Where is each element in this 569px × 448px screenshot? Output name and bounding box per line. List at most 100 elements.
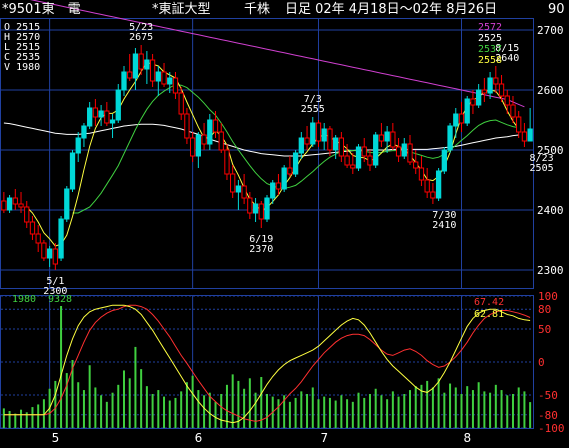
candle-body [327,128,333,151]
candle [98,105,104,126]
candle-body [510,104,516,118]
candle [516,111,522,138]
volume-bar [105,401,108,428]
candle [367,150,373,171]
candle-body [24,206,30,223]
volume-bar [311,387,314,428]
candle-body [321,128,327,142]
candle-body [1,200,7,211]
ma-slow-line [3,122,519,157]
candle [1,192,7,213]
candle [281,165,287,192]
candle [395,138,402,162]
volume-bar [374,388,377,428]
candle [104,102,110,126]
candle-body [109,119,116,124]
volume-bar [203,395,206,428]
candle-body [315,122,322,142]
candle-body [64,188,70,220]
candle-body [201,134,207,145]
candle-body [521,131,528,142]
candle-body [195,134,201,157]
candle-body [373,134,379,166]
volume-bar [122,370,125,428]
candle [298,132,304,159]
volume-bar [243,388,246,428]
volume-bar [529,402,532,428]
osc-tick-label: 50 [538,323,551,336]
candle [138,45,144,75]
candle-body [144,59,150,70]
candle-body [430,191,436,199]
ohlcv-readout: O 2515 H 2570 L 2515 C 2535 V 1980 [4,22,40,73]
volume-bar [31,407,34,428]
volume-bar [386,399,389,428]
annotation-price: 2555 [301,104,325,115]
candle [338,132,345,162]
candle [218,123,224,153]
candle-body [115,89,121,121]
volume-bar [208,392,211,428]
ma-fast-value: 2558 [478,55,502,66]
candle-body [298,137,304,154]
candle-body [6,197,13,211]
price-tick-label: 2600 [537,84,564,97]
volume-bar [380,395,383,428]
candle [401,138,407,159]
candle [24,201,30,228]
candle-body [212,119,219,133]
price-tick-label: 2500 [537,144,564,157]
candle-body [464,98,470,124]
candle-body [81,125,87,139]
candle-body [218,131,224,151]
volume-bar [128,378,131,428]
volume-bar [277,399,280,428]
candle-body [447,125,453,151]
candle [230,165,236,198]
candle [69,150,76,192]
volume-label-left: 1980 [12,294,36,305]
candle [52,243,58,270]
candle [87,102,93,129]
candle [453,108,459,138]
volume-bar [334,400,337,428]
ma-slow-value: 2525 [478,33,502,44]
volume-bar [363,397,366,428]
candle-body [35,233,41,244]
volume-bar [197,390,200,428]
volume-bar [254,392,257,428]
annotation-price: 2675 [129,32,153,43]
candle [109,114,116,138]
volume-bar [300,391,303,428]
candle-body [516,116,522,133]
volume-bar [134,346,137,428]
candle [258,201,264,228]
volume-bar [523,391,526,428]
volume-bar [145,386,148,428]
volume-bar [82,390,85,428]
candle [407,135,413,165]
candle [435,168,442,201]
volume-bar [517,387,520,428]
candle-body [189,137,196,157]
period-label: 日足 02年 4月18日～02年 8月26日 [285,2,497,17]
volume-bar [477,382,480,428]
month-label: 8 [463,431,471,445]
volume-bar [2,408,5,428]
candle-body [69,152,76,190]
volume-bar [328,397,331,428]
candle-body [29,221,36,235]
candle [172,72,179,99]
candle [235,180,242,210]
volume-bar [185,382,188,428]
stock-code-name: *9501東 電 [2,1,81,17]
volume-bar [437,378,440,428]
volume-bar [60,306,63,428]
candle [521,123,528,147]
volume-bar [414,386,417,428]
volume-bar [157,390,160,428]
volume-bar [100,395,103,428]
volume-bar [140,369,143,428]
candle-body [258,203,264,220]
candle-body [41,242,47,259]
